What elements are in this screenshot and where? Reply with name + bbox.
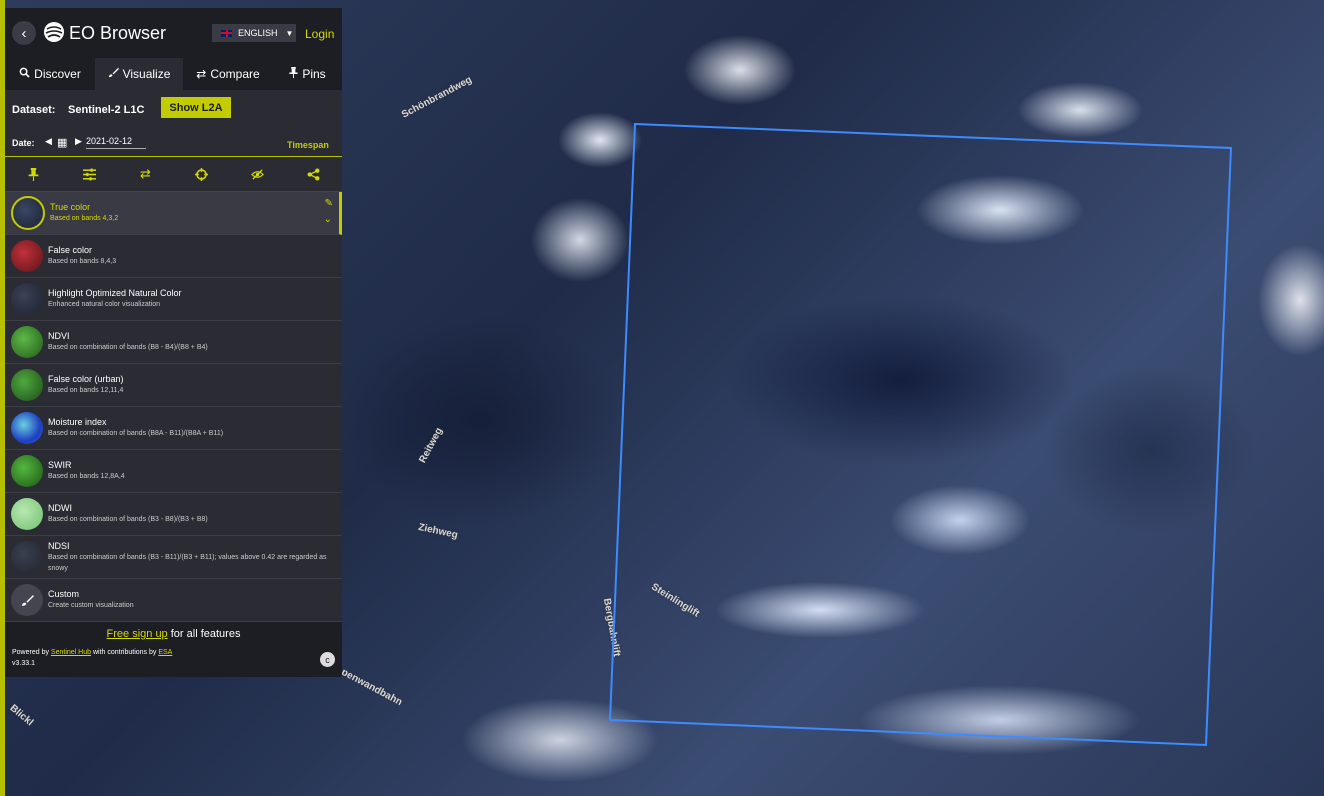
swap-icon: ⇄: [196, 67, 207, 81]
pin-icon: [289, 67, 298, 81]
sidebar-panel: ‹ EO Browser ENGLISH ▼ Login Discover Vi…: [5, 8, 342, 677]
date-input[interactable]: 2021-02-12: [86, 136, 146, 149]
layer-name: NDSI: [48, 540, 70, 551]
layer-thumbnail: [11, 412, 43, 444]
layer-thumbnail: [11, 196, 45, 230]
layer-item-custom[interactable]: Custom Create custom visualization: [5, 579, 342, 622]
layer-name: Highlight Optimized Natural Color: [48, 288, 182, 298]
layer-name: NDWI: [48, 503, 72, 513]
layer-description: Based on bands 12,11,4: [48, 387, 124, 394]
dataset-label: Dataset:: [12, 104, 56, 116]
dataset-value: Sentinel-2 L1C: [68, 104, 145, 116]
layer-item-ndvi[interactable]: NDVI Based on combination of bands (B8 - …: [5, 321, 342, 364]
tab-visualize[interactable]: Visualize: [95, 58, 183, 90]
signup-rest: for all features: [167, 628, 241, 640]
layer-name: Custom: [48, 589, 80, 599]
layer-description: Enhanced natural color visualization: [48, 301, 161, 308]
layer-description: Based on combination of bands (B8A - B11…: [48, 430, 224, 437]
tab-discover[interactable]: Discover: [5, 58, 95, 90]
calendar-icon[interactable]: ▦: [57, 136, 67, 149]
tab-label: Discover: [34, 67, 81, 81]
caret-left-icon[interactable]: ◀: [45, 136, 52, 147]
layer-item-highlight-optimized[interactable]: Highlight Optimized Natural Color Enhance…: [5, 278, 342, 321]
esa-link[interactable]: ESA: [158, 649, 172, 656]
uk-flag-icon: [221, 29, 232, 37]
crosshair-icon[interactable]: [174, 157, 230, 191]
layer-item-false-color-urban[interactable]: False color (urban) Based on bands 12,11,…: [5, 364, 342, 407]
layer-item-true-color[interactable]: True color Based on bands 4,3,2 ✎ ⌄: [5, 192, 342, 235]
date-label: Date:: [12, 138, 35, 148]
tab-label: Visualize: [122, 67, 171, 81]
powered-mid: with contributions by: [91, 649, 159, 656]
sentinel-hub-link[interactable]: Sentinel Hub: [51, 649, 91, 656]
layer-description: Based on combination of bands (B8 - B4)/…: [48, 344, 208, 351]
powered-by-text: Powered by Sentinel Hub with contributio…: [12, 649, 172, 656]
layer-name: False color (urban): [48, 374, 124, 384]
layer-item-swir[interactable]: SWIR Based on bands 12,8A,4: [5, 450, 342, 493]
edit-icon[interactable]: ✎: [325, 198, 333, 209]
powered-prefix: Powered by: [12, 649, 51, 656]
layer-toolbar: ⇄: [5, 157, 342, 192]
version-label: v3.33.1: [12, 660, 35, 667]
layer-name: False color: [48, 245, 93, 255]
share-icon[interactable]: [286, 157, 342, 191]
eye-slash-icon[interactable]: [230, 157, 286, 191]
layer-description: Based on combination of bands (B3 - B11)…: [48, 553, 327, 572]
layer-item-false-color[interactable]: False color Based on bands 8,4,3: [5, 235, 342, 278]
layer-name: True color: [50, 202, 91, 212]
layer-description: Based on bands 8,4,3: [48, 258, 117, 265]
language-label: ENGLISH: [238, 28, 278, 38]
caret-right-icon[interactable]: ▶: [75, 136, 82, 147]
signup-text: Free sign up for all features: [5, 628, 342, 640]
layer-description: Based on bands 12,8A,4: [48, 473, 125, 480]
cookie-icon[interactable]: c: [320, 652, 335, 667]
layer-thumbnail: [11, 498, 43, 530]
layer-thumbnail: [11, 240, 43, 272]
layer-thumbnail: [11, 369, 43, 401]
layer-thumbnail: [11, 455, 43, 487]
layer-thumbnail: [11, 541, 43, 573]
dataset-row: Dataset: Sentinel-2 L1C Show L2A: [5, 90, 342, 124]
timespan-link[interactable]: Timespan: [287, 140, 329, 150]
date-row: Date: ◀ ▦ ▶ 2021-02-12 Timespan: [5, 124, 342, 157]
tab-label: Pins: [302, 67, 326, 81]
layer-description: Based on bands 4,3,2: [50, 215, 119, 222]
layer-name: NDVI: [48, 331, 70, 341]
eo-browser-logo-icon: [44, 22, 64, 42]
login-link[interactable]: Login: [305, 27, 334, 41]
tab-label: Compare: [210, 67, 260, 81]
tab-compare[interactable]: ⇄ Compare: [183, 58, 273, 90]
chevron-double-down-icon[interactable]: ⌄: [324, 214, 332, 225]
caret-down-icon: ▼: [285, 28, 294, 38]
layer-name: Moisture index: [48, 417, 107, 427]
brush-icon: [108, 67, 119, 81]
tab-pins[interactable]: Pins: [273, 58, 342, 90]
main-tabs: Discover Visualize ⇄ Compare Pins: [5, 58, 342, 90]
app-title: EO Browser: [69, 23, 167, 43]
brush-icon: [11, 584, 43, 616]
show-l2a-button[interactable]: Show L2A: [161, 97, 231, 118]
layer-description: Based on combination of bands (B3 - B8)/…: [48, 516, 208, 523]
layer-thumbnail: [11, 326, 43, 358]
panel-header: ‹ EO Browser ENGLISH ▼ Login: [5, 8, 342, 58]
layer-item-ndwi[interactable]: NDWI Based on combination of bands (B3 - …: [5, 493, 342, 536]
layer-description: Create custom visualization: [48, 602, 134, 609]
panel-footer: Free sign up for all features Powered by…: [5, 622, 342, 677]
layer-list: True color Based on bands 4,3,2 ✎ ⌄ False…: [5, 192, 342, 622]
swap-icon[interactable]: ⇄: [117, 157, 173, 191]
sliders-icon[interactable]: [61, 157, 117, 191]
language-select[interactable]: ENGLISH ▼: [212, 24, 296, 42]
layer-name: SWIR: [48, 460, 72, 470]
layer-item-moisture-index[interactable]: Moisture index Based on combination of ba…: [5, 407, 342, 450]
pin-icon[interactable]: [5, 157, 61, 191]
layer-thumbnail: [11, 283, 43, 315]
chevron-left-icon[interactable]: ‹: [12, 21, 36, 45]
layer-item-ndsi[interactable]: NDSI Based on combination of bands (B3 - …: [5, 536, 342, 579]
search-icon: [19, 67, 30, 81]
signup-link[interactable]: Free sign up: [107, 628, 168, 640]
